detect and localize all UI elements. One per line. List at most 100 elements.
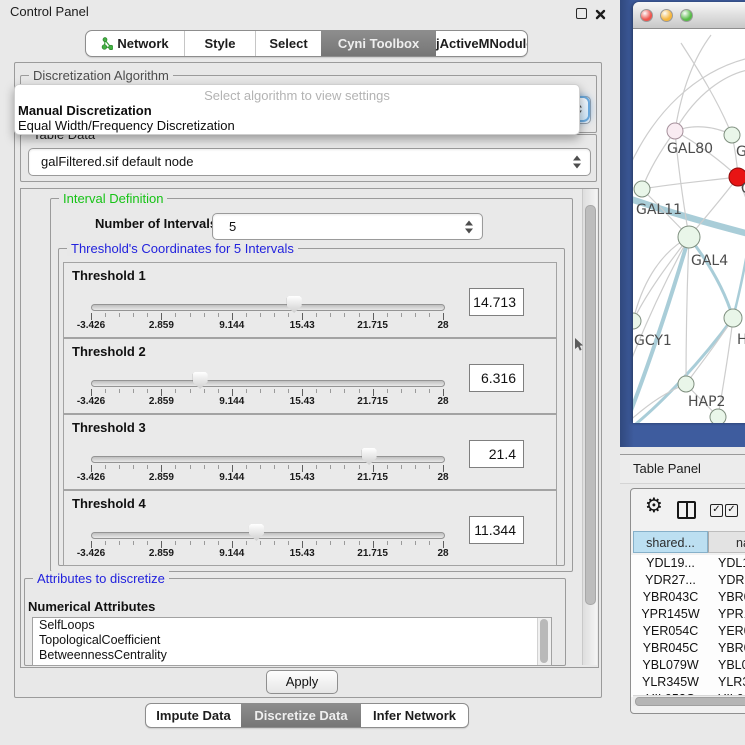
slider-track[interactable] bbox=[91, 304, 445, 311]
checkbox-icon[interactable]: ✓ bbox=[710, 504, 723, 517]
threshold-value-input[interactable] bbox=[469, 440, 524, 468]
cell-shared-name: YBR045C bbox=[633, 640, 708, 657]
slider-tick bbox=[260, 389, 261, 393]
slider-tick bbox=[218, 313, 219, 317]
slider-track[interactable] bbox=[91, 380, 445, 387]
slider-tick bbox=[91, 389, 92, 396]
slider-tick bbox=[161, 313, 162, 320]
slider-tick bbox=[147, 465, 148, 469]
table-row[interactable]: YER054CYER0 bbox=[631, 623, 745, 640]
slider-tick bbox=[246, 389, 247, 393]
scrollbar-thumb[interactable] bbox=[540, 619, 548, 663]
scrollbar-thumb[interactable] bbox=[585, 205, 596, 605]
network-window-titlebar[interactable] bbox=[633, 2, 745, 29]
table-row[interactable]: YDR27...YDR2 bbox=[631, 572, 745, 589]
settings-gear-icon[interactable]: ⚙ bbox=[645, 495, 663, 515]
attribute-items: SelfLoopsTopologicalCoefficientBetweenne… bbox=[33, 618, 551, 663]
slider-tick bbox=[415, 465, 416, 469]
attribute-item[interactable]: SelfLoops bbox=[33, 618, 551, 633]
tab-discretize-data[interactable]: Discretize Data bbox=[241, 704, 361, 727]
column-split-icon[interactable] bbox=[677, 501, 696, 519]
network-node-GAL4[interactable] bbox=[678, 226, 700, 248]
slider-tick bbox=[316, 313, 317, 317]
network-node-H[interactable] bbox=[724, 309, 742, 327]
apply-button[interactable]: Apply bbox=[266, 670, 338, 694]
network-edge bbox=[681, 43, 732, 135]
tab-style[interactable]: Style bbox=[184, 31, 255, 56]
vertical-scrollbar[interactable] bbox=[582, 189, 597, 665]
close-icon[interactable] bbox=[595, 7, 606, 18]
threshold-label: Threshold 1 bbox=[72, 268, 146, 283]
node-label: H bbox=[737, 332, 745, 348]
network-node-GAL11[interactable] bbox=[634, 181, 650, 197]
tab-cyni-toolbox[interactable]: Cyni Toolbox bbox=[321, 31, 436, 56]
dropdown-hint: Select algorithm to view settings bbox=[15, 85, 579, 103]
tab-infer-network[interactable]: Infer Network bbox=[361, 704, 468, 727]
tick-label: -3.426 bbox=[61, 396, 121, 407]
cell-name: YBR0 bbox=[708, 589, 745, 606]
tick-label: -3.426 bbox=[61, 320, 121, 331]
table-row[interactable]: YBL079WYBL0 bbox=[631, 657, 745, 674]
attribute-item[interactable]: TopologicalCoefficient bbox=[33, 633, 551, 648]
float-window-icon[interactable] bbox=[576, 8, 587, 19]
tab-impute-data[interactable]: Impute Data bbox=[146, 704, 241, 727]
threshold-value-input[interactable] bbox=[469, 516, 524, 544]
slider-tick bbox=[218, 389, 219, 393]
table-row[interactable]: YDL19...YDL1 bbox=[631, 555, 745, 572]
scrollbar-thumb[interactable] bbox=[635, 697, 745, 706]
network-node-HAP2[interactable] bbox=[678, 376, 694, 392]
column-header-name[interactable]: na bbox=[708, 531, 745, 553]
table-header: shared... na bbox=[631, 531, 745, 555]
slider-tick bbox=[175, 541, 176, 545]
network-edge bbox=[686, 318, 733, 384]
slider-tick bbox=[415, 389, 416, 393]
dropdown-option-manual-discretization[interactable]: Manual Discretization bbox=[15, 103, 579, 118]
slider-tick bbox=[316, 465, 317, 469]
slider-track[interactable] bbox=[91, 532, 445, 539]
attributes-legend: Attributes to discretize bbox=[33, 571, 169, 586]
slider-tick bbox=[274, 541, 275, 545]
network-canvas[interactable]: GAL80GACGAL11GAL4GCY1HHAP2 bbox=[633, 29, 745, 423]
network-node-node[interactable] bbox=[710, 409, 726, 423]
slider-tick bbox=[218, 465, 219, 469]
network-node-GA[interactable] bbox=[724, 127, 740, 143]
slider-tick bbox=[415, 313, 416, 317]
attribute-item[interactable]: BetweennessCentrality bbox=[33, 648, 551, 663]
threshold-value-input[interactable] bbox=[469, 364, 524, 392]
tab-select[interactable]: Select bbox=[255, 31, 321, 56]
bottom-tab-bar: Impute Data Discretize Data Infer Networ… bbox=[145, 703, 469, 728]
node-label: GA bbox=[736, 144, 745, 160]
control-panel-titlebar: Control Panel bbox=[0, 0, 620, 24]
cell-shared-name: YDL19... bbox=[633, 555, 708, 572]
tab-network[interactable]: Network bbox=[86, 31, 184, 56]
number-of-intervals-combobox[interactable]: 5 bbox=[212, 213, 483, 240]
slider-track[interactable] bbox=[91, 456, 445, 463]
threshold-value-input[interactable] bbox=[469, 288, 524, 316]
table-row[interactable]: YBR043CYBR0 bbox=[631, 589, 745, 606]
slider-tick bbox=[274, 389, 275, 393]
tick-label: -3.426 bbox=[61, 548, 121, 559]
network-node-GAL80[interactable] bbox=[667, 123, 683, 139]
cell-name: YER0 bbox=[708, 623, 745, 640]
network-node-GCY1[interactable] bbox=[633, 313, 641, 329]
table-row[interactable]: YLR345WYLR3 bbox=[631, 674, 745, 691]
table-row[interactable]: YPR145WYPR1 bbox=[631, 606, 745, 623]
checkbox-icon[interactable]: ✓ bbox=[725, 504, 738, 517]
slider-tick bbox=[359, 389, 360, 393]
number-of-intervals-value: 5 bbox=[229, 214, 236, 239]
cell-shared-name: YER054C bbox=[633, 623, 708, 640]
slider-tick bbox=[443, 389, 444, 396]
tab-jactivemnodules[interactable]: jActiveMNodules bbox=[436, 31, 528, 56]
horizontal-scrollbar[interactable] bbox=[633, 695, 745, 706]
list-scrollbar[interactable] bbox=[537, 618, 551, 665]
dropdown-option-equal-width-frequency[interactable]: Equal Width/Frequency Discretization bbox=[15, 118, 579, 133]
slider-tick bbox=[387, 541, 388, 545]
traffic-light-zoom-icon[interactable] bbox=[680, 9, 693, 22]
slider-tick bbox=[359, 541, 360, 545]
traffic-light-close-icon[interactable] bbox=[640, 9, 653, 22]
interval-definition-legend: Interval Definition bbox=[59, 191, 167, 206]
table-data-combobox[interactable]: galFiltered.sif default node bbox=[28, 148, 591, 176]
traffic-light-minimize-icon[interactable] bbox=[660, 9, 673, 22]
column-header-shared-name[interactable]: shared... bbox=[633, 531, 708, 553]
table-row[interactable]: YBR045CYBR0 bbox=[631, 640, 745, 657]
